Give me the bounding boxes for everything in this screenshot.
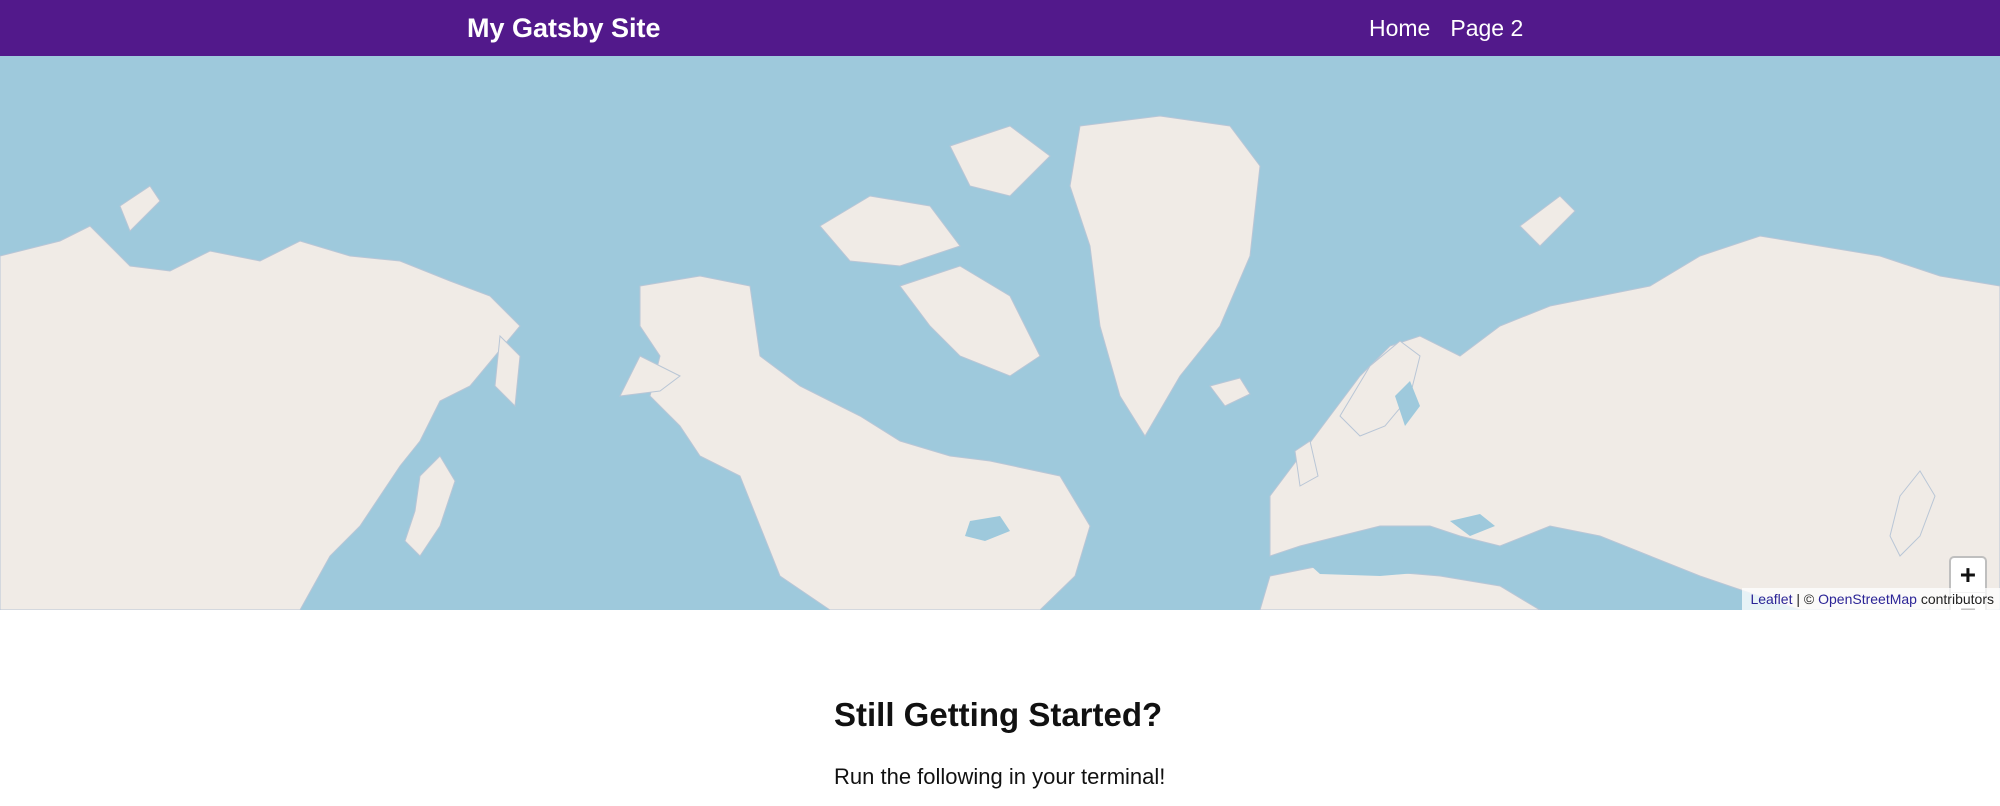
section-title: Still Getting Started? [834, 696, 1163, 733]
openstreetmap-link[interactable]: OpenStreetMap [1818, 591, 1917, 607]
leaflet-link[interactable]: Leaflet [1750, 591, 1792, 607]
attribution-suffix: contributors [1916, 591, 1994, 607]
main-nav: Home Page 2 [1369, 13, 1523, 43]
map-tiles[interactable] [0, 56, 2000, 610]
site-title-link[interactable]: My Gatsby Site [467, 12, 661, 44]
world-map[interactable]: + − Leaflet | © OpenStreetMap contributo… [0, 56, 2000, 610]
map-attribution: Leaflet | © OpenStreetMap contributors [1742, 588, 2000, 610]
nav-link-page-2[interactable]: Page 2 [1450, 13, 1523, 43]
site-header: My Gatsby Site Home Page 2 [0, 0, 2000, 56]
nav-link-home[interactable]: Home [1369, 13, 1430, 43]
section-text: Run the following in your terminal! [834, 764, 1166, 789]
attribution-separator: | © [1792, 591, 1819, 607]
